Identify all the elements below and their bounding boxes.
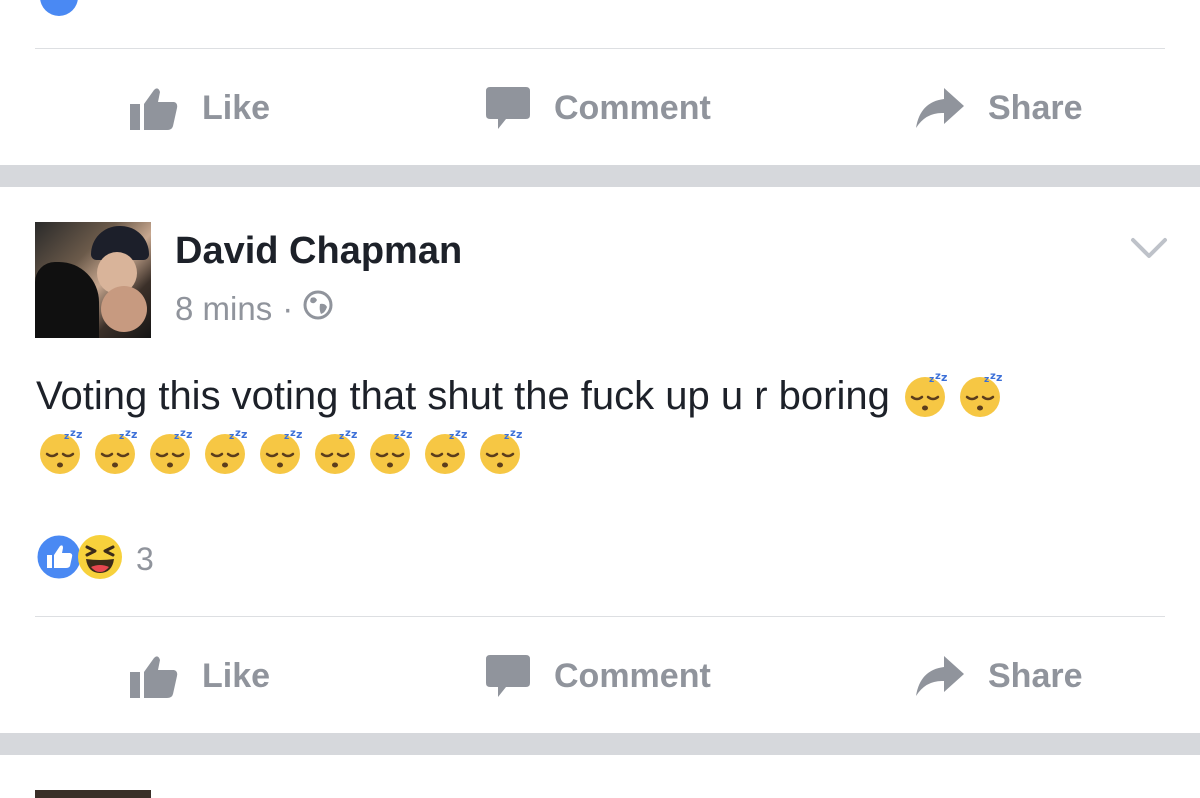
svg-text:z: z <box>996 371 1002 384</box>
post-options-chevron-icon[interactable] <box>1130 236 1168 266</box>
meta-separator: · <box>282 290 294 327</box>
svg-text:z: z <box>296 428 302 441</box>
svg-text:z: z <box>351 428 357 441</box>
sleeping-face-emoji: zzz <box>91 428 139 476</box>
svg-text:z: z <box>516 428 522 441</box>
share-button[interactable]: Share <box>916 88 1083 128</box>
emoji-group: zzzzzzzzzzzzzzzzzzzzzzzzzzz <box>36 428 531 476</box>
svg-text:z: z <box>64 432 69 442</box>
divider <box>35 616 1165 617</box>
svg-text:z: z <box>929 375 934 385</box>
haha-reaction-icon <box>76 533 124 586</box>
svg-text:z: z <box>339 432 344 442</box>
like-reaction-icon <box>40 0 78 16</box>
svg-text:z: z <box>284 432 289 442</box>
share-arrow-icon <box>916 656 964 696</box>
post-text: Voting this voting that shut the fuck up… <box>36 374 890 418</box>
svg-text:z: z <box>174 432 179 442</box>
post-body: Voting this voting that shut the fuck up… <box>36 368 1136 482</box>
emoji-group: zzzzzz <box>901 371 1011 419</box>
sleeping-face-emoji: zzz <box>956 371 1004 419</box>
svg-text:z: z <box>186 428 192 441</box>
sleeping-face-emoji: zzz <box>201 428 249 476</box>
action-bar: Like Comment Share <box>0 52 1200 164</box>
post-time[interactable]: 8 mins <box>175 290 272 328</box>
svg-text:z: z <box>76 428 82 441</box>
reaction-summary[interactable]: 3 <box>34 532 154 587</box>
svg-text:z: z <box>229 432 234 442</box>
svg-text:z: z <box>394 432 399 442</box>
comment-label: Comment <box>554 88 711 127</box>
feed-separator <box>0 165 1200 187</box>
like-label: Like <box>202 88 271 127</box>
comment-bubble-icon <box>486 87 530 129</box>
sleeping-face-emoji: zzz <box>421 428 469 476</box>
svg-text:z: z <box>449 432 454 442</box>
svg-text:z: z <box>131 428 137 441</box>
thumbs-up-icon <box>130 654 178 698</box>
sleeping-face-emoji: zzz <box>311 428 359 476</box>
sleeping-face-emoji: zzz <box>146 428 194 476</box>
share-label: Share <box>988 88 1083 127</box>
like-button[interactable]: Like <box>130 86 270 130</box>
like-button[interactable]: Like <box>130 654 270 698</box>
sleeping-face-emoji: zzz <box>36 428 84 476</box>
svg-text:z: z <box>119 432 124 442</box>
reaction-count: 3 <box>136 541 154 577</box>
sleeping-face-emoji: zzz <box>901 371 949 419</box>
post-author[interactable]: David Chapman <box>175 230 462 273</box>
post-meta: 8 mins · <box>175 290 333 328</box>
comment-bubble-icon <box>486 655 530 697</box>
sleeping-face-emoji: zzz <box>256 428 304 476</box>
svg-text:z: z <box>984 375 989 385</box>
feed-separator <box>0 733 1200 755</box>
avatar[interactable] <box>35 222 151 338</box>
share-label: Share <box>988 656 1083 695</box>
svg-text:z: z <box>941 371 947 384</box>
svg-text:z: z <box>504 432 509 442</box>
comment-button[interactable]: Comment <box>486 655 711 697</box>
like-label: Like <box>202 656 271 695</box>
thumbs-up-icon <box>130 86 178 130</box>
sleeping-face-emoji: zzz <box>366 428 414 476</box>
divider <box>35 48 1165 49</box>
svg-text:z: z <box>406 428 412 441</box>
globe-icon <box>303 290 333 328</box>
avatar[interactable] <box>35 790 151 798</box>
share-arrow-icon <box>916 88 964 128</box>
action-bar: Like Comment Share <box>0 620 1200 732</box>
svg-text:z: z <box>241 428 247 441</box>
share-button[interactable]: Share <box>916 656 1083 696</box>
sleeping-face-emoji: zzz <box>476 428 524 476</box>
comment-label: Comment <box>554 656 711 695</box>
news-feed: Like Comment Share David Chapman 8 mins … <box>0 0 1200 798</box>
comment-button[interactable]: Comment <box>486 87 711 129</box>
svg-text:z: z <box>461 428 467 441</box>
